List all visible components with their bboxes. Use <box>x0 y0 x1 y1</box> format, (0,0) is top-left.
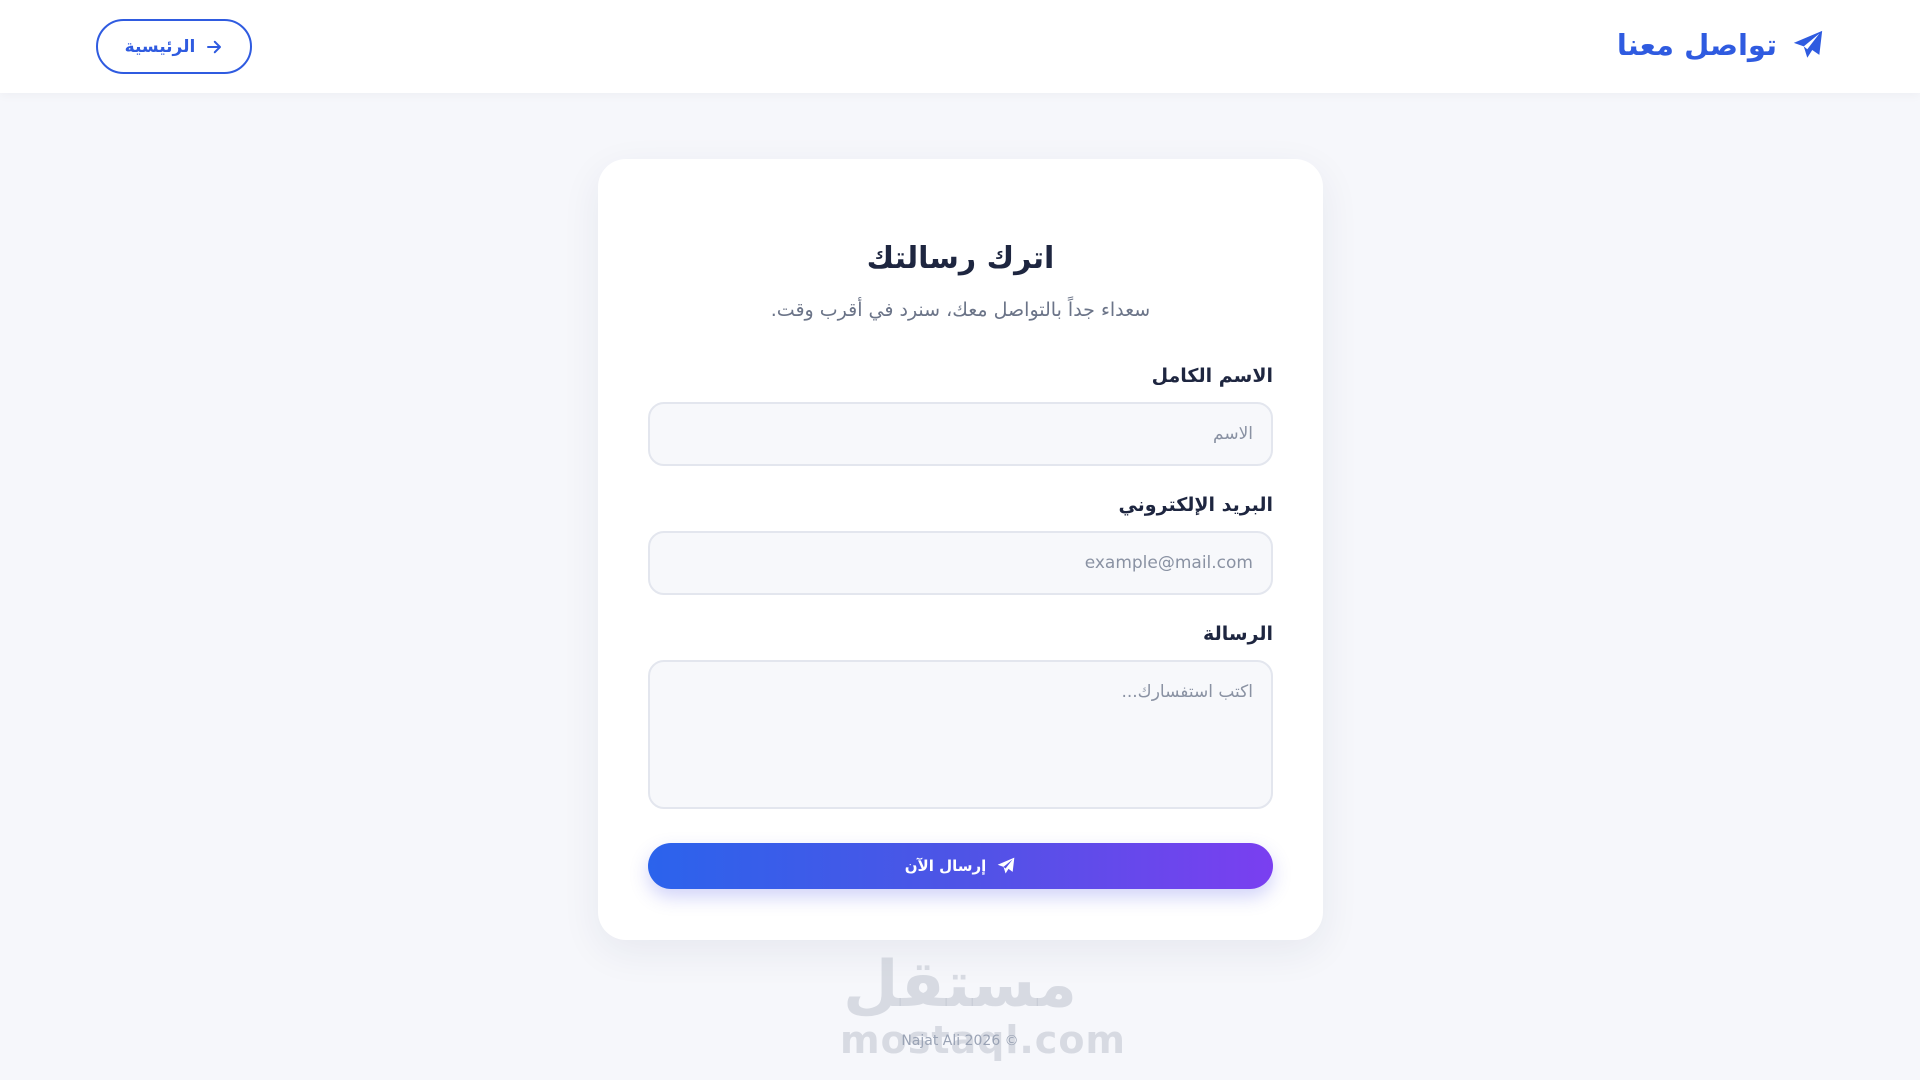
name-input[interactable] <box>648 402 1273 466</box>
email-input[interactable] <box>648 531 1273 595</box>
form-subtitle: سعداء جداً بالتواصل معك، سنرد في أقرب وق… <box>770 299 1151 321</box>
top-header: تواصل معنا الرئيسية <box>0 0 1920 93</box>
contact-form-card: اترك رسالتك سعداء جداً بالتواصل معك، سنر… <box>598 159 1323 940</box>
home-button[interactable]: الرئيسية <box>96 19 252 74</box>
brand-logo[interactable]: تواصل معنا <box>1617 28 1825 62</box>
paper-plane-icon <box>1791 28 1825 62</box>
form-title: اترك رسالتك <box>866 241 1055 276</box>
paper-plane-icon <box>996 856 1016 876</box>
submit-button-label: إرسال الآن <box>904 857 987 875</box>
submit-button[interactable]: إرسال الآن <box>648 843 1273 889</box>
watermark-arabic: مستقل <box>842 948 1078 1022</box>
message-label: الرسالة <box>1203 623 1273 645</box>
arrow-right-icon <box>205 38 223 56</box>
footer-copyright: © 2026 Najat Ali <box>901 1033 1019 1049</box>
message-textarea[interactable] <box>648 660 1273 809</box>
email-label: البريد الإلكتروني <box>1118 494 1273 516</box>
brand-title: تواصل معنا <box>1616 28 1777 62</box>
name-label: الاسم الكامل <box>1151 365 1273 387</box>
home-button-label: الرئيسية <box>124 36 196 57</box>
